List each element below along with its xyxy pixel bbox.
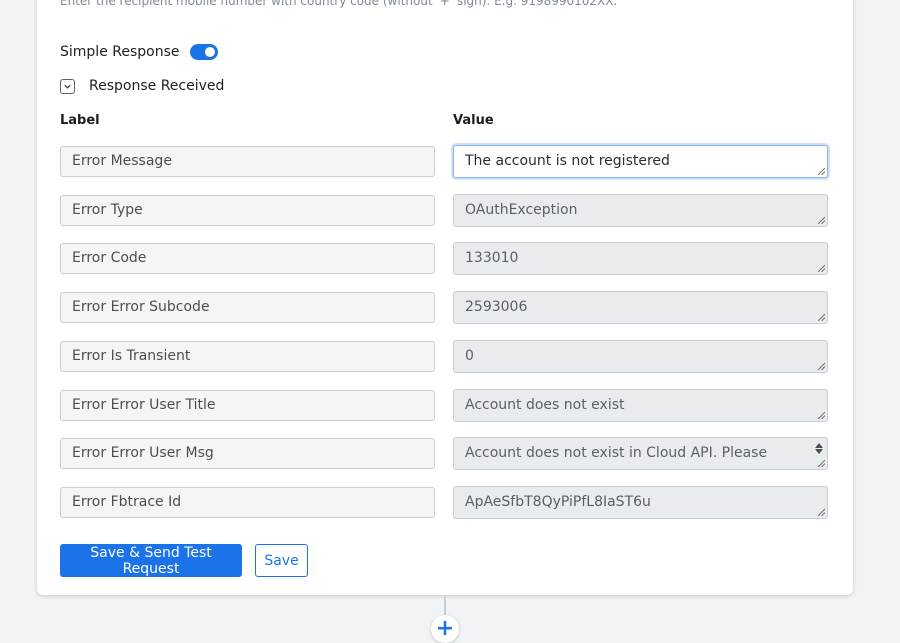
value-field[interactable]: The account is not registered [453, 145, 828, 178]
value-text: OAuthException [465, 202, 578, 218]
value-field[interactable]: 0 [453, 340, 828, 373]
save-button[interactable]: Save [255, 544, 308, 577]
label-field[interactable]: Error Code [60, 243, 435, 274]
resize-handle-icon[interactable] [817, 167, 825, 175]
label-field[interactable]: Error Error User Title [60, 390, 435, 421]
value-text: 133010 [465, 250, 519, 266]
toggle-knob [204, 47, 215, 57]
checkmark-icon [64, 84, 71, 89]
simple-response-row: Simple Response [60, 44, 218, 60]
value-field[interactable]: 133010 [453, 242, 828, 275]
recipient-hint-text: Enter the recipient mobile number with c… [60, 0, 618, 8]
response-received-label: Response Received [89, 78, 225, 94]
value-text: 2593006 [465, 299, 528, 315]
value-text: 0 [465, 348, 474, 364]
label-field[interactable]: Error Type [60, 195, 435, 226]
value-text: The account is not registered [465, 153, 670, 169]
value-text: Account does not exist [465, 397, 625, 413]
response-received-checkbox[interactable] [60, 78, 75, 94]
label-field[interactable]: Error Error Subcode [60, 292, 435, 323]
simple-response-toggle[interactable] [189, 44, 218, 60]
value-field[interactable]: 2593006 [453, 291, 828, 324]
label-field[interactable]: Error Error User Msg [60, 438, 435, 469]
resize-handle-icon[interactable] [817, 216, 825, 224]
simple-response-label: Simple Response [60, 44, 180, 60]
value-field[interactable]: Account does not exist in Cloud API. Ple… [453, 437, 828, 470]
save-send-test-request-button[interactable]: Save & Send Test Request [60, 544, 242, 577]
resize-handle-icon[interactable] [817, 508, 825, 516]
value-text: Account does not exist in Cloud API. Ple… [465, 445, 768, 461]
resize-handle-icon[interactable] [817, 362, 825, 370]
resize-handle-icon[interactable] [817, 313, 825, 321]
value-field[interactable]: ApAeSfbT8QyPiPfL8IaST6u [453, 486, 828, 519]
value-text: ApAeSfbT8QyPiPfL8IaST6u [465, 494, 651, 510]
label-field[interactable]: Error Fbtrace Id [60, 487, 435, 518]
response-received-row: Response Received [60, 78, 224, 94]
label-field[interactable]: Error Message [60, 146, 435, 177]
value-field[interactable]: OAuthException [453, 194, 828, 227]
value-column-header: Value [453, 113, 494, 128]
scroll-arrows-icon[interactable] [813, 440, 825, 468]
value-field[interactable]: Account does not exist [453, 389, 828, 422]
add-step-button[interactable]: + [431, 615, 459, 643]
resize-handle-icon[interactable] [817, 264, 825, 272]
resize-handle-icon[interactable] [817, 411, 825, 419]
label-column-header: Label [60, 113, 100, 128]
label-field[interactable]: Error Is Transient [60, 341, 435, 372]
